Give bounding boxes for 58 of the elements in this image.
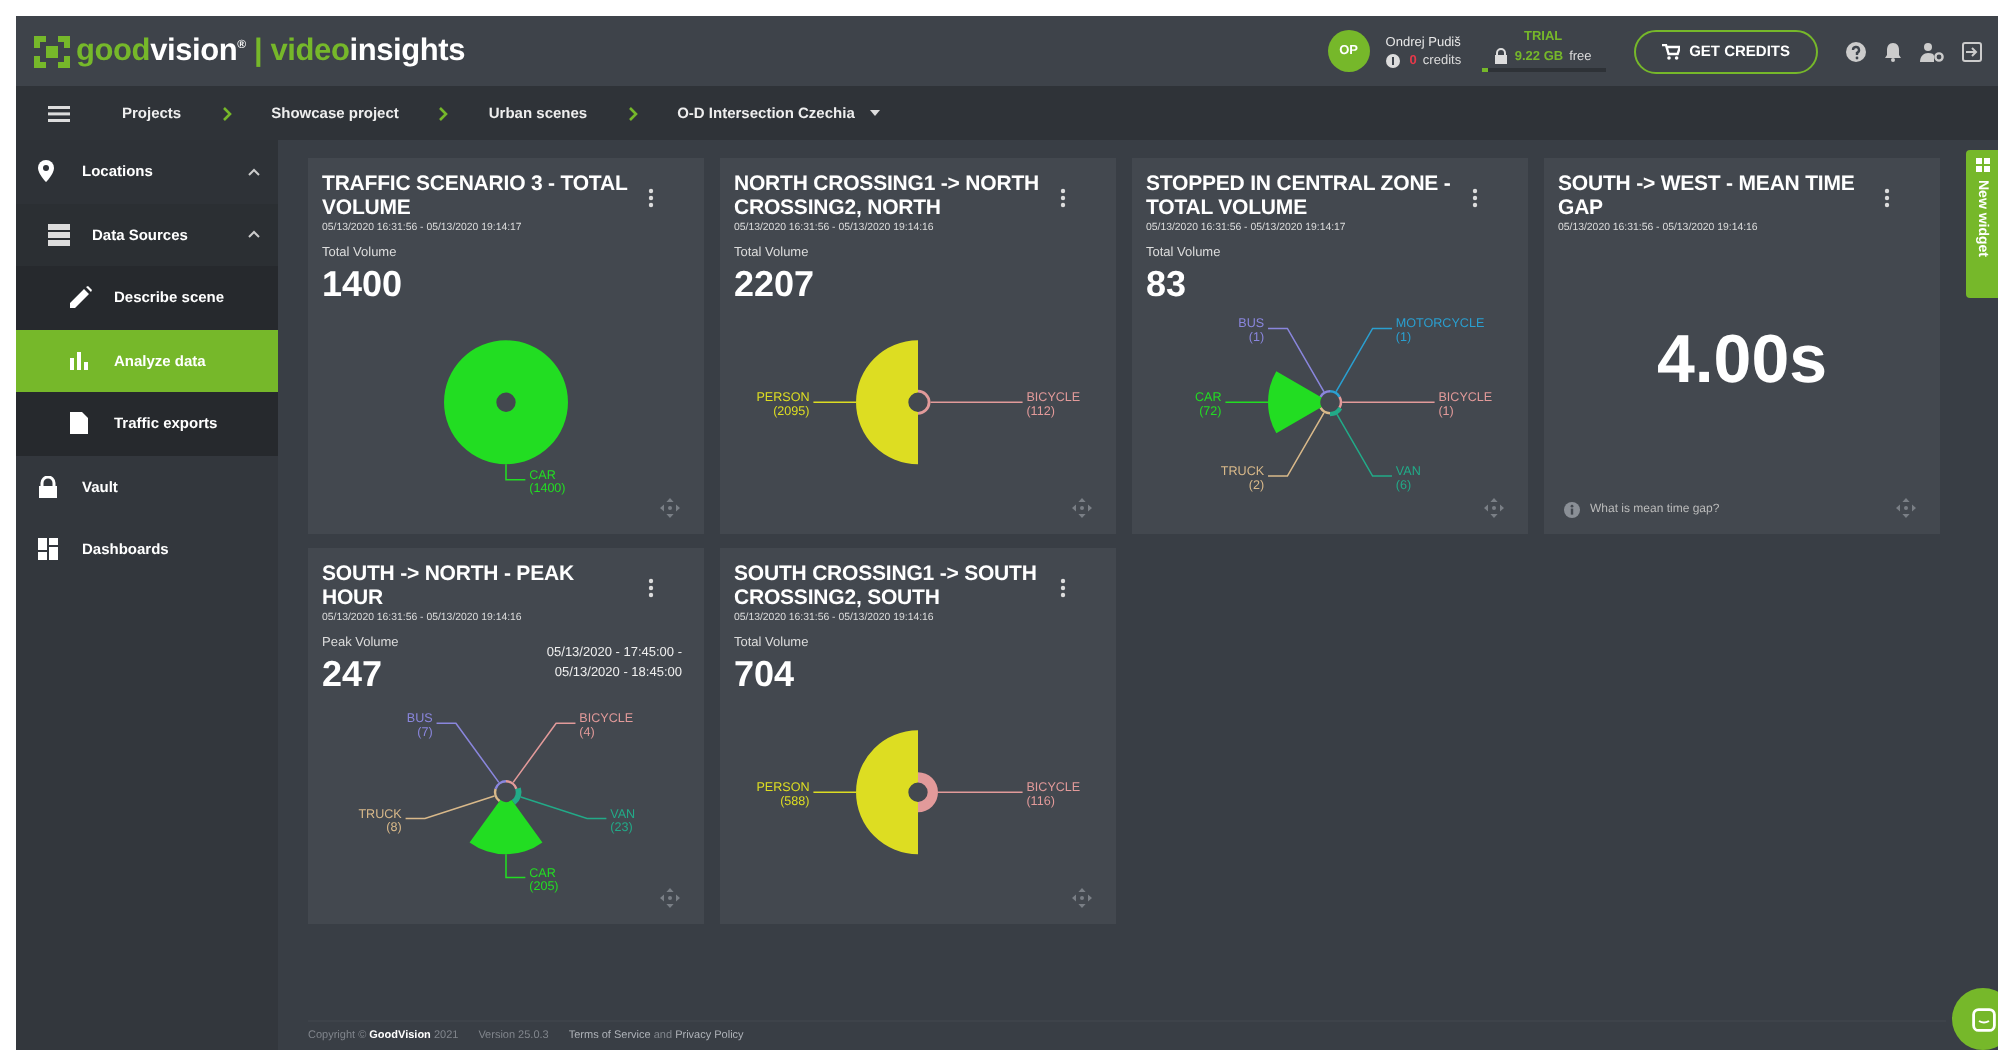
more-options-icon[interactable] — [648, 188, 654, 208]
metric-value: 4.00s — [1656, 321, 1828, 399]
card-title: SOUTH -> WEST - MEAN TIME GAP — [1558, 174, 1857, 220]
leader-line — [812, 401, 857, 404]
leader-line — [1341, 401, 1436, 404]
server-icon — [48, 223, 70, 246]
leader-line — [404, 795, 496, 820]
location-pin-icon — [38, 160, 60, 183]
more-options-icon[interactable] — [1060, 188, 1066, 208]
more-options-icon[interactable] — [648, 578, 654, 598]
metric-value: 704 — [734, 654, 795, 696]
lock-icon — [1494, 48, 1509, 64]
metric-value: 1400 — [322, 264, 403, 306]
cart-icon — [1661, 43, 1680, 59]
pencil-icon — [70, 286, 92, 309]
chevron-right-icon — [221, 105, 232, 121]
metric-value: 247 — [322, 654, 383, 696]
chat-icon — [1971, 1007, 1995, 1031]
leader-line — [435, 722, 500, 784]
help-icon[interactable] — [1846, 41, 1866, 61]
leader-line — [505, 463, 527, 481]
leader-line — [1267, 327, 1325, 393]
menu-icon[interactable] — [48, 105, 70, 121]
metric-value: 2207 — [734, 264, 815, 306]
leader-line — [812, 791, 857, 794]
card-title: STOPPED IN CENTRAL ZONE - TOTAL VOLUME — [1146, 174, 1453, 220]
card-title: SOUTH CROSSING1 -> SOUTH CROSSING2, SOUTH — [734, 564, 1039, 610]
info-icon — [1564, 502, 1580, 518]
leader-line — [1267, 412, 1325, 477]
lock-icon — [38, 475, 60, 498]
bell-icon[interactable] — [1884, 41, 1902, 61]
logout-icon[interactable] — [1962, 41, 1982, 61]
leader-line — [1336, 413, 1393, 477]
brand-name: goodvision$^{®}$ | videoinsights — [76, 33, 466, 69]
leader-line — [512, 722, 577, 784]
document-icon — [70, 412, 92, 435]
chevron-right-icon — [438, 105, 449, 121]
more-options-icon[interactable] — [1472, 188, 1478, 208]
leader-line — [1224, 401, 1269, 404]
more-options-icon[interactable] — [1060, 578, 1066, 598]
widget-icon — [1975, 158, 1989, 172]
leader-line — [937, 791, 1024, 794]
card-title: NORTH CROSSING1 -> NORTH CROSSING2, NORTH — [734, 174, 1041, 220]
chat-button[interactable] — [1952, 988, 1998, 1050]
chevron-right-icon — [627, 105, 638, 121]
leader-line — [505, 853, 527, 879]
more-options-icon[interactable] — [1884, 188, 1890, 208]
coin-icon — [1385, 53, 1400, 67]
leader-line — [520, 796, 608, 820]
dashboard-icon — [38, 538, 60, 561]
user-settings-icon[interactable] — [1920, 41, 1944, 61]
leader-line — [1335, 327, 1393, 393]
metric-value: 83 — [1146, 264, 1187, 306]
card-title: SOUTH -> NORTH - PEAK HOUR — [322, 564, 576, 610]
card-title: TRAFFIC SCENARIO 3 - TOTAL VOLUME — [322, 174, 630, 220]
logo-icon — [34, 35, 70, 67]
bar-chart-icon — [70, 349, 92, 372]
leader-line — [929, 401, 1024, 404]
